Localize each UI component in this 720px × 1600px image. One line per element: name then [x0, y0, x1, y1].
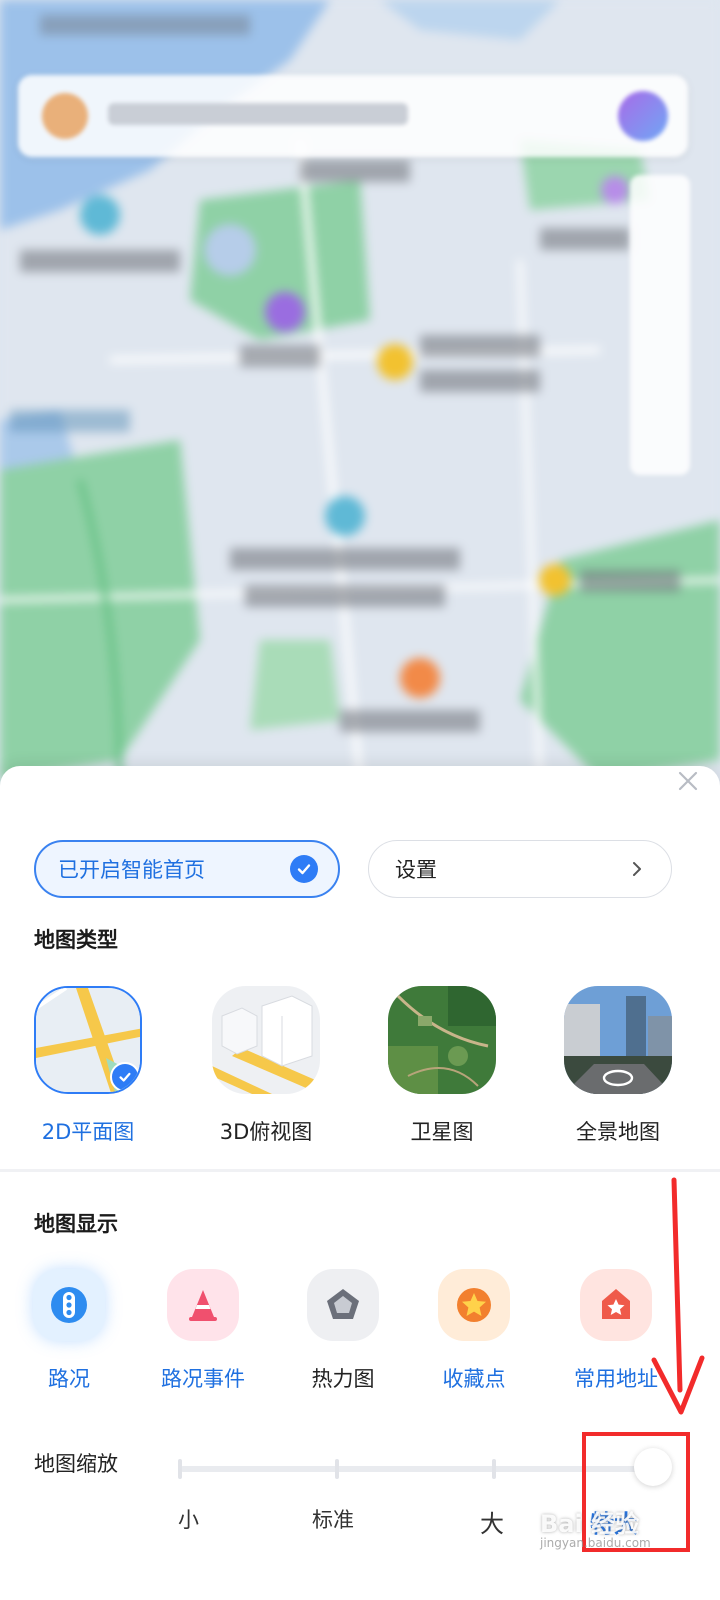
smart-home-label: 已开启智能首页: [58, 858, 205, 882]
settings-button[interactable]: 设置: [368, 840, 672, 898]
layer-favorites[interactable]: 收藏点: [409, 1269, 539, 1393]
zoom-option-large[interactable]: 大: [480, 1504, 504, 1539]
map-view[interactable]: [0, 0, 720, 800]
layer-label: 收藏点: [442, 1367, 506, 1391]
check-icon: [290, 855, 318, 883]
home-icon: [580, 1269, 652, 1341]
map-type-satellite[interactable]: 卫星图: [382, 986, 502, 1146]
map-type-label: 2D平面图: [41, 1120, 135, 1144]
close-icon[interactable]: [674, 770, 702, 798]
watermark-text: Bai 经验: [540, 1510, 640, 1538]
selected-check-icon: [110, 1062, 140, 1092]
pentagon-icon: [307, 1269, 379, 1341]
map-3d-thumbnail: [212, 986, 320, 1094]
map-side-toolbar[interactable]: [630, 175, 690, 475]
traffic-light-icon: [33, 1269, 105, 1341]
map-type-label: 卫星图: [410, 1120, 474, 1144]
layer-label: 热力图: [311, 1367, 375, 1391]
zoom-slider-track[interactable]: [178, 1459, 650, 1479]
zoom-option-small[interactable]: 小: [178, 1504, 199, 1534]
map-type-title: 地图类型: [34, 928, 118, 952]
chevron-right-icon: [633, 862, 641, 876]
layer-common-address[interactable]: 常用地址: [551, 1269, 681, 1393]
satellite-thumbnail: [388, 986, 496, 1094]
map-type-label: 全景地图: [576, 1120, 660, 1144]
map-type-3d[interactable]: 3D俯视图: [206, 986, 326, 1146]
map-2d-thumbnail: [34, 986, 142, 1094]
avatar[interactable]: [42, 93, 88, 139]
layer-label: 路况: [48, 1367, 90, 1391]
watermark-url: jingyan.baidu.com: [540, 1536, 651, 1550]
layer-heatmap[interactable]: 热力图: [278, 1269, 408, 1393]
voice-assistant-icon[interactable]: [618, 91, 668, 141]
traffic-cone-icon: [167, 1269, 239, 1341]
smart-home-toggle[interactable]: 已开启智能首页: [34, 840, 340, 898]
settings-label: 设置: [395, 858, 437, 882]
map-type-label: 3D俯视图: [219, 1120, 313, 1144]
zoom-tick: [335, 1459, 339, 1479]
map-display-title: 地图显示: [34, 1212, 118, 1236]
section-divider: [0, 1169, 720, 1172]
search-placeholder: [108, 103, 408, 125]
star-icon: [438, 1269, 510, 1341]
zoom-tick: [178, 1459, 182, 1479]
zoom-option-standard[interactable]: 标准: [312, 1504, 354, 1534]
layer-traffic-events[interactable]: 路况事件: [138, 1269, 268, 1393]
map-type-panorama[interactable]: 全景地图: [558, 986, 678, 1146]
zoom-label: 地图缩放: [34, 1452, 118, 1476]
zoom-tick: [492, 1459, 496, 1479]
layer-label: 常用地址: [574, 1367, 658, 1391]
layer-traffic[interactable]: 路况: [4, 1269, 134, 1393]
map-type-2d[interactable]: 2D平面图: [28, 986, 148, 1146]
panorama-thumbnail: [564, 986, 672, 1094]
search-bar[interactable]: [18, 75, 688, 157]
layer-label: 路况事件: [161, 1367, 245, 1391]
